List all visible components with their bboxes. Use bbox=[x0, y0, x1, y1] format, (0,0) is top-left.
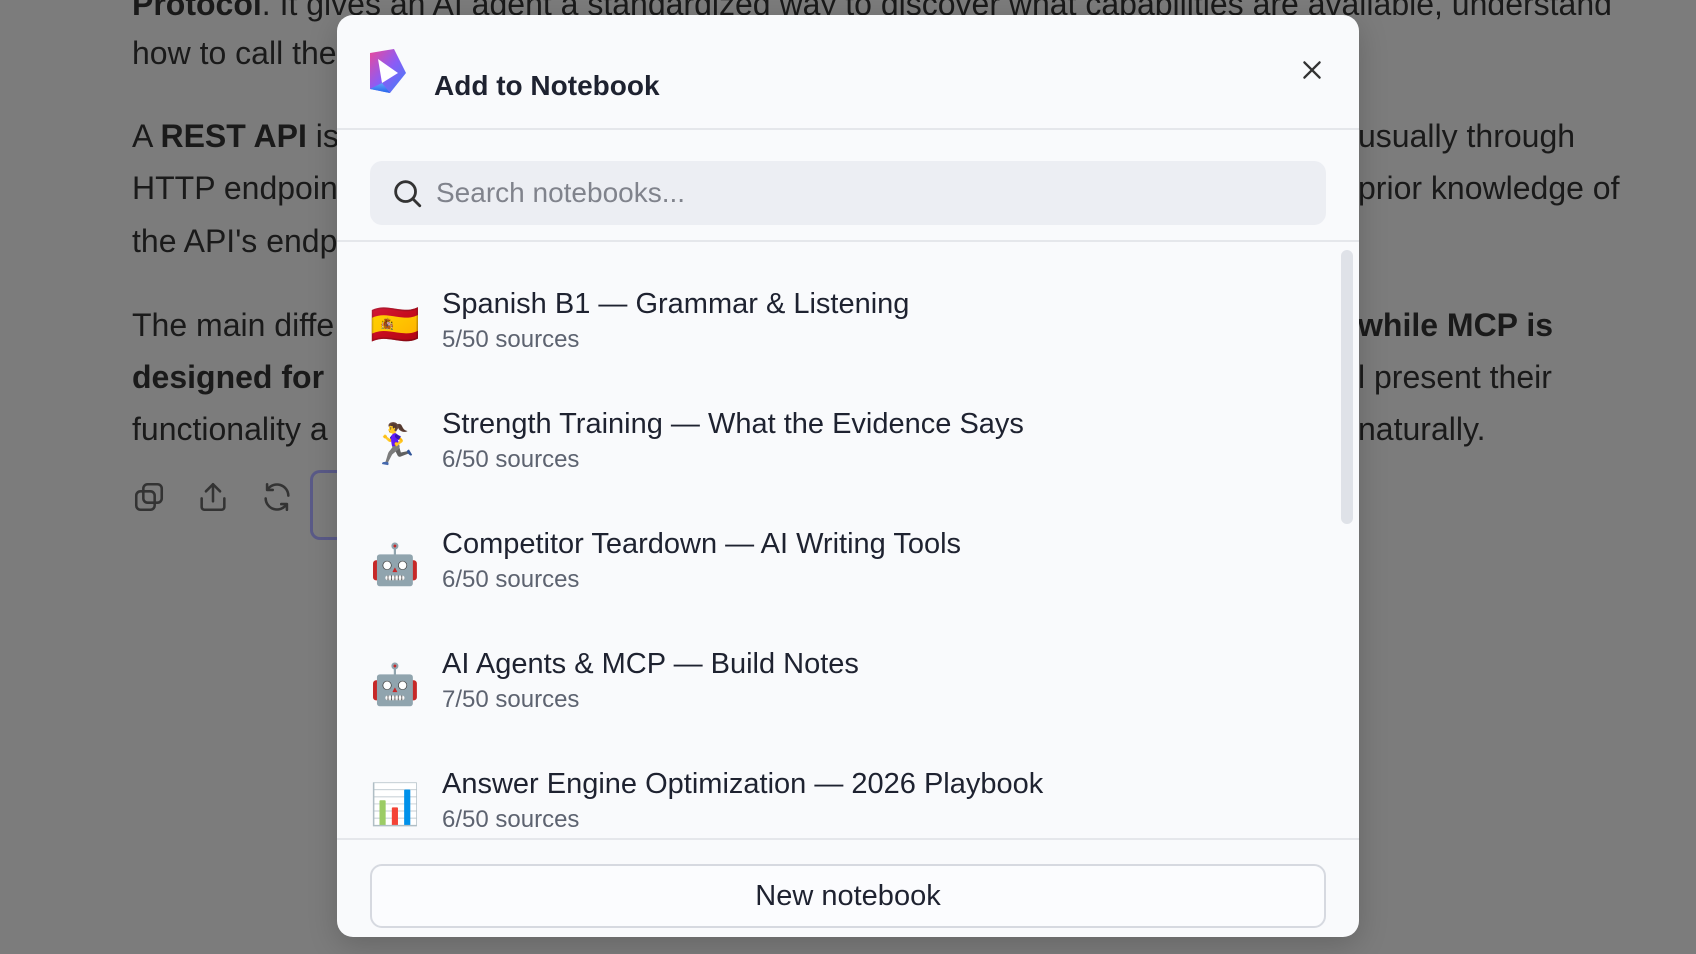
close-icon bbox=[1303, 61, 1321, 79]
dialog-footer: New notebook bbox=[337, 838, 1359, 937]
copy-icon[interactable] bbox=[132, 480, 166, 514]
robot-icon: 🤖 bbox=[370, 663, 420, 707]
search-icon bbox=[390, 176, 424, 210]
scrollbar[interactable] bbox=[1336, 244, 1358, 838]
notebook-list: 🇪🇸 Spanish B1 — Grammar & Listening 5/50… bbox=[337, 242, 1359, 838]
article-line: l present their bbox=[1358, 359, 1552, 395]
notebook-title: AI Agents & MCP — Build Notes bbox=[442, 648, 859, 680]
scrollbar-thumb[interactable] bbox=[1341, 250, 1353, 524]
article-line: naturally. bbox=[1358, 411, 1486, 447]
notebook-title: Spanish B1 — Grammar & Listening bbox=[442, 288, 910, 320]
notebook-item[interactable]: 🤖 AI Agents & MCP — Build Notes 7/50 sou… bbox=[337, 647, 1327, 767]
article-line: the API's endp bbox=[132, 223, 338, 259]
notebook-title: Answer Engine Optimization — 2026 Playbo… bbox=[442, 768, 1044, 800]
search-field[interactable] bbox=[370, 161, 1326, 225]
notebook-source-count: 5/50 sources bbox=[442, 326, 580, 353]
notebook-source-count: 6/50 sources bbox=[442, 806, 580, 833]
runner-icon: 🏃‍♀️ bbox=[370, 423, 420, 467]
notebook-title: Competitor Teardown — AI Writing Tools bbox=[442, 528, 962, 560]
refresh-icon[interactable] bbox=[260, 480, 294, 514]
notebook-source-count: 6/50 sources bbox=[442, 446, 580, 473]
notebook-source-count: 6/50 sources bbox=[442, 566, 580, 593]
dialog-header: Add to Notebook bbox=[337, 15, 1359, 130]
search-section bbox=[337, 130, 1359, 242]
notebook-item[interactable]: 🇪🇸 Spanish B1 — Grammar & Listening 5/50… bbox=[337, 287, 1327, 407]
app-logo bbox=[370, 49, 406, 93]
article-line: A REST API is bbox=[132, 118, 339, 154]
dialog-title: Add to Notebook bbox=[434, 70, 660, 101]
article-line: while MCP is bbox=[1358, 307, 1554, 343]
notebook-item[interactable]: 📊 Answer Engine Optimization — 2026 Play… bbox=[337, 767, 1327, 838]
notebook-item[interactable]: 🤖 Competitor Teardown — AI Writing Tools… bbox=[337, 527, 1327, 647]
bar-chart-icon: 📊 bbox=[370, 783, 420, 827]
article-line: designed for bbox=[132, 359, 325, 395]
article-line: HTTP endpoin bbox=[132, 170, 338, 206]
article-line: The main diffe bbox=[132, 307, 335, 343]
article-line: prior knowledge of bbox=[1358, 170, 1620, 206]
flag-spain-icon: 🇪🇸 bbox=[370, 303, 420, 347]
article-line: usually through bbox=[1358, 118, 1576, 154]
search-input[interactable] bbox=[436, 177, 1296, 209]
article-line: functionality a bbox=[132, 411, 328, 447]
notebook-source-count: 7/50 sources bbox=[442, 686, 580, 713]
notebook-item[interactable]: 🏃‍♀️ Strength Training — What the Eviden… bbox=[337, 407, 1327, 527]
close-button[interactable] bbox=[1292, 50, 1332, 90]
share-icon[interactable] bbox=[196, 480, 230, 514]
article-line: how to call the bbox=[132, 35, 337, 71]
message-actions bbox=[132, 480, 294, 514]
notebook-title: Strength Training — What the Evidence Sa… bbox=[442, 408, 1024, 440]
add-to-notebook-dialog: Add to Notebook 🇪🇸 Spanish B1 — Grammar … bbox=[337, 15, 1359, 937]
new-notebook-button[interactable]: New notebook bbox=[370, 864, 1326, 928]
robot-icon: 🤖 bbox=[370, 543, 420, 587]
